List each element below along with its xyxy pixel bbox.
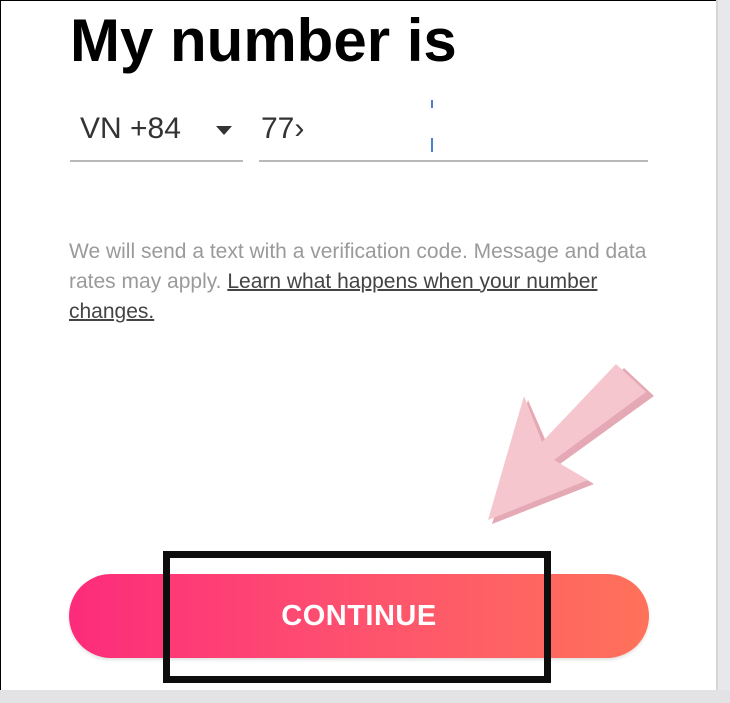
country-code-value: VN +84 (80, 112, 181, 145)
bottom-edge (0, 690, 730, 703)
page-title: My number is (70, 7, 457, 74)
text-cursor-bottom (431, 138, 433, 152)
country-code-select[interactable]: VN +84 (70, 108, 243, 162)
phone-number-value: 77› (261, 112, 305, 145)
phone-number-input[interactable]: 77› (259, 100, 648, 162)
text-cursor-top (431, 100, 433, 108)
arrow-pointer-icon (488, 364, 654, 524)
highlight-box (163, 551, 551, 683)
verification-disclaimer: We will send a text with a verification … (69, 237, 649, 327)
right-edge (716, 0, 730, 703)
caret-down-icon (216, 126, 232, 135)
